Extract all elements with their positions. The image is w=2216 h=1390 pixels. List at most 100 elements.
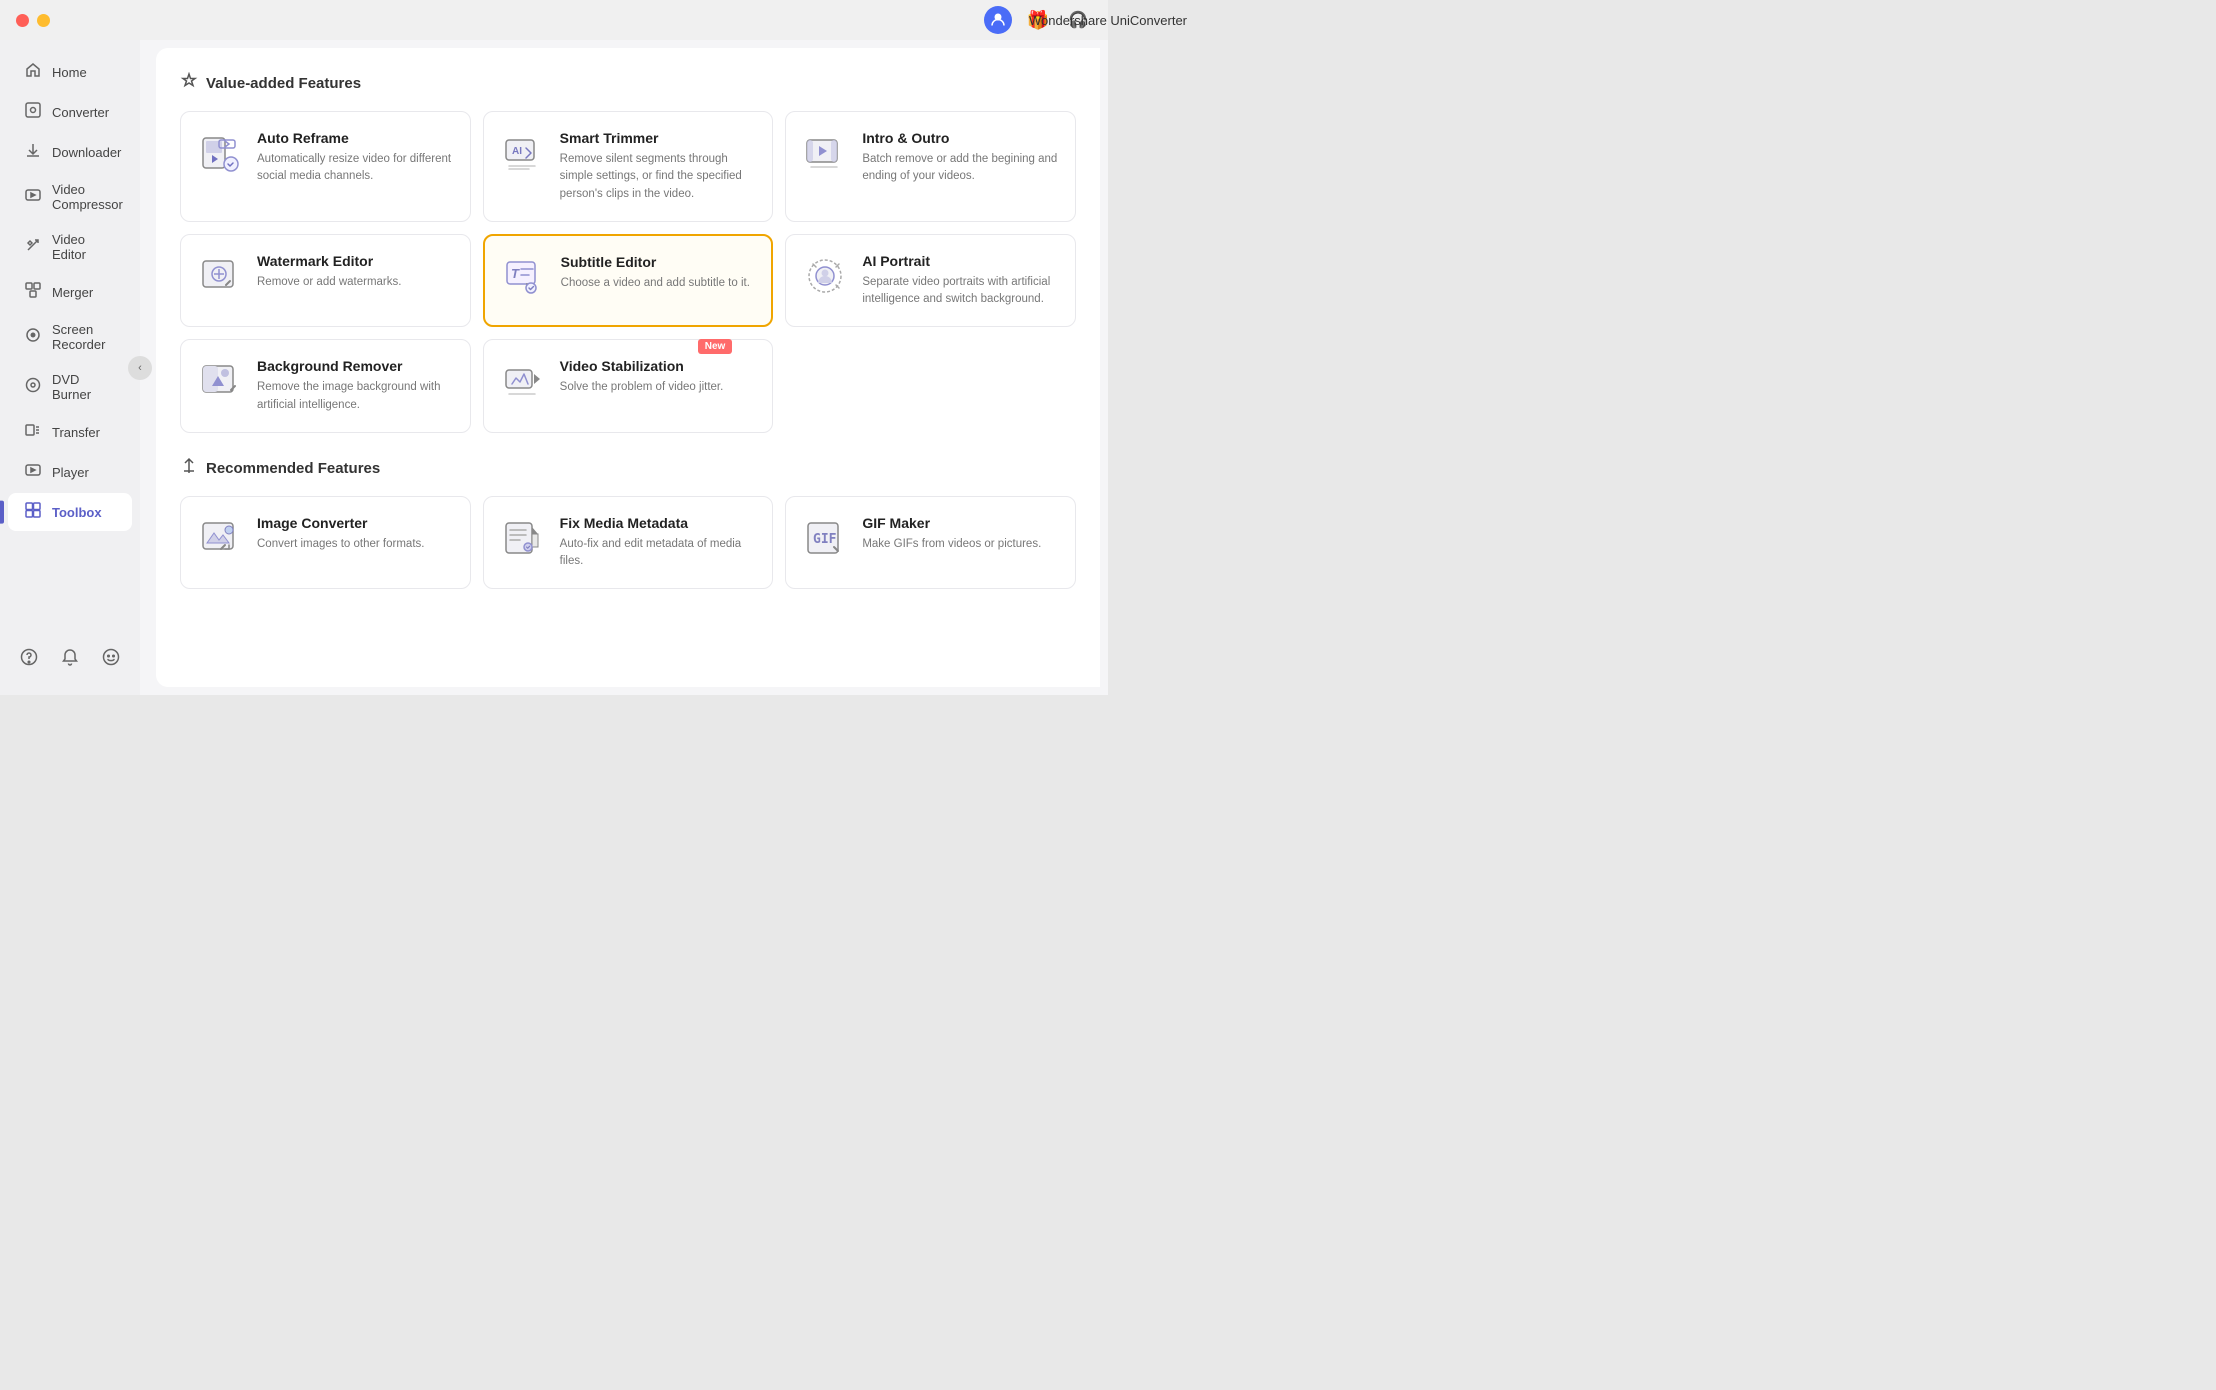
titlebar: Wondershare UniConverter 🎁 🎧: [0, 0, 1108, 40]
transfer-icon: [24, 422, 42, 442]
feature-card-ai-portrait[interactable]: AI Portrait Separate video portraits wit…: [785, 234, 1076, 328]
sidebar-item-downloader[interactable]: Downloader: [8, 133, 132, 171]
recommended-icon: [180, 457, 198, 480]
user-icon[interactable]: [984, 6, 1012, 34]
feature-card-video-stabilization[interactable]: New Video Stabilization Solve the proble…: [483, 339, 774, 433]
svg-text:GIF: GIF: [813, 532, 837, 547]
image-converter-icon: [197, 515, 243, 561]
sidebar-item-home[interactable]: Home: [8, 53, 132, 91]
notification-button[interactable]: [56, 643, 84, 671]
feature-card-background-remover[interactable]: Background Remover Remove the image back…: [180, 339, 471, 433]
intro-outro-title: Intro & Outro: [862, 130, 1059, 146]
fix-media-metadata-icon: [500, 515, 546, 561]
smart-trimmer-title: Smart Trimmer: [560, 130, 757, 146]
feature-card-gif-maker[interactable]: GIF GIF Maker Make GIFs from videos or p…: [785, 496, 1076, 590]
fix-media-metadata-title: Fix Media Metadata: [560, 515, 757, 531]
background-remover-desc: Remove the image background with artific…: [257, 379, 454, 414]
screen-recorder-icon: [24, 327, 42, 347]
sidebar-item-merger[interactable]: Merger: [8, 273, 132, 311]
home-icon: [24, 62, 42, 82]
feature-card-smart-trimmer[interactable]: AI Smart Trimmer Remove silent segments …: [483, 111, 774, 222]
intro-outro-icon: [802, 130, 848, 176]
sidebar-item-dvd-burner[interactable]: DVD Burner: [8, 363, 132, 411]
minimize-button[interactable]: [37, 14, 50, 27]
subtitle-editor-desc: Choose a video and add subtitle to it.: [561, 275, 756, 292]
gif-maker-icon: GIF: [802, 515, 848, 561]
auto-reframe-icon: [197, 130, 243, 176]
ai-portrait-icon: [802, 253, 848, 299]
sidebar-item-video-editor[interactable]: Video Editor: [8, 223, 132, 271]
new-badge: New: [698, 339, 733, 354]
intro-outro-desc: Batch remove or add the begining and end…: [862, 151, 1059, 186]
video-stabilization-desc: Solve the problem of video jitter.: [560, 379, 757, 396]
value-added-icon: [180, 72, 198, 95]
video-stabilization-title: Video Stabilization: [560, 358, 757, 374]
video-compressor-icon: [24, 187, 42, 207]
watermark-editor-icon: [197, 253, 243, 299]
screen-recorder-label: Screen Recorder: [52, 322, 116, 352]
auto-reframe-desc: Automatically resize video for different…: [257, 151, 454, 186]
video-compressor-label: Video Compressor: [52, 182, 123, 212]
feature-card-image-converter[interactable]: Image Converter Convert images to other …: [180, 496, 471, 590]
fix-media-metadata-desc: Auto-fix and edit metadata of media file…: [560, 536, 757, 571]
converter-icon: [24, 102, 42, 122]
downloader-label: Downloader: [52, 145, 121, 160]
close-button[interactable]: [16, 14, 29, 27]
player-icon: [24, 462, 42, 482]
auto-reframe-title: Auto Reframe: [257, 130, 454, 146]
recommended-grid: Image Converter Convert images to other …: [180, 496, 1076, 590]
feature-card-intro-outro[interactable]: Intro & Outro Batch remove or add the be…: [785, 111, 1076, 222]
toolbox-label: Toolbox: [52, 505, 102, 520]
value-added-grid: Auto Reframe Automatically resize video …: [180, 111, 1076, 433]
subtitle-editor-title: Subtitle Editor: [561, 254, 756, 270]
image-converter-desc: Convert images to other formats.: [257, 536, 454, 553]
feature-card-subtitle-editor[interactable]: T Subtitle Editor Choose a video and add…: [483, 234, 774, 328]
video-editor-icon: [24, 237, 42, 257]
app-container: Home Converter Downloader Video Compress…: [0, 40, 1108, 695]
value-added-header: Value-added Features: [180, 72, 1076, 95]
transfer-label: Transfer: [52, 425, 100, 440]
video-stabilization-icon: [500, 358, 546, 404]
window-controls: [16, 14, 50, 27]
subtitle-editor-icon: T: [501, 254, 547, 300]
gif-maker-title: GIF Maker: [862, 515, 1059, 531]
home-label: Home: [52, 65, 87, 80]
sidebar-item-video-compressor[interactable]: Video Compressor: [8, 173, 132, 221]
feature-card-auto-reframe[interactable]: Auto Reframe Automatically resize video …: [180, 111, 471, 222]
recommended-header: Recommended Features: [180, 457, 1076, 480]
player-label: Player: [52, 465, 89, 480]
svg-text:T: T: [511, 266, 520, 281]
sidebar-item-player[interactable]: Player: [8, 453, 132, 491]
value-added-title: Value-added Features: [206, 75, 361, 92]
sidebar-item-converter[interactable]: Converter: [8, 93, 132, 131]
sidebar-item-transfer[interactable]: Transfer: [8, 413, 132, 451]
toolbox-icon: [24, 502, 42, 522]
gif-maker-desc: Make GIFs from videos or pictures.: [862, 536, 1059, 553]
watermark-editor-title: Watermark Editor: [257, 253, 454, 269]
sidebar-collapse-button[interactable]: ‹: [128, 356, 152, 380]
app-title: Wondershare UniConverter: [1029, 13, 1187, 28]
smart-trimmer-desc: Remove silent segments through simple se…: [560, 151, 757, 203]
video-editor-label: Video Editor: [52, 232, 116, 262]
background-remover-title: Background Remover: [257, 358, 454, 374]
help-button[interactable]: [15, 643, 43, 671]
ai-portrait-desc: Separate video portraits with artificial…: [862, 274, 1059, 309]
ai-portrait-title: AI Portrait: [862, 253, 1059, 269]
dvd-burner-icon: [24, 377, 42, 397]
emoji-button[interactable]: [97, 643, 125, 671]
merger-label: Merger: [52, 285, 93, 300]
recommended-title: Recommended Features: [206, 460, 380, 477]
svg-text:AI: AI: [512, 146, 522, 157]
feature-card-watermark-editor[interactable]: Watermark Editor Remove or add watermark…: [180, 234, 471, 328]
sidebar-bottom: [0, 631, 140, 683]
image-converter-title: Image Converter: [257, 515, 454, 531]
sidebar-item-screen-recorder[interactable]: Screen Recorder: [8, 313, 132, 361]
sidebar: Home Converter Downloader Video Compress…: [0, 40, 140, 695]
background-remover-icon: [197, 358, 243, 404]
converter-label: Converter: [52, 105, 109, 120]
main-content: Value-added Features Aut: [156, 48, 1100, 687]
watermark-editor-desc: Remove or add watermarks.: [257, 274, 454, 291]
sidebar-item-toolbox[interactable]: Toolbox: [8, 493, 132, 531]
feature-card-fix-media-metadata[interactable]: Fix Media Metadata Auto-fix and edit met…: [483, 496, 774, 590]
smart-trimmer-icon: AI: [500, 130, 546, 176]
